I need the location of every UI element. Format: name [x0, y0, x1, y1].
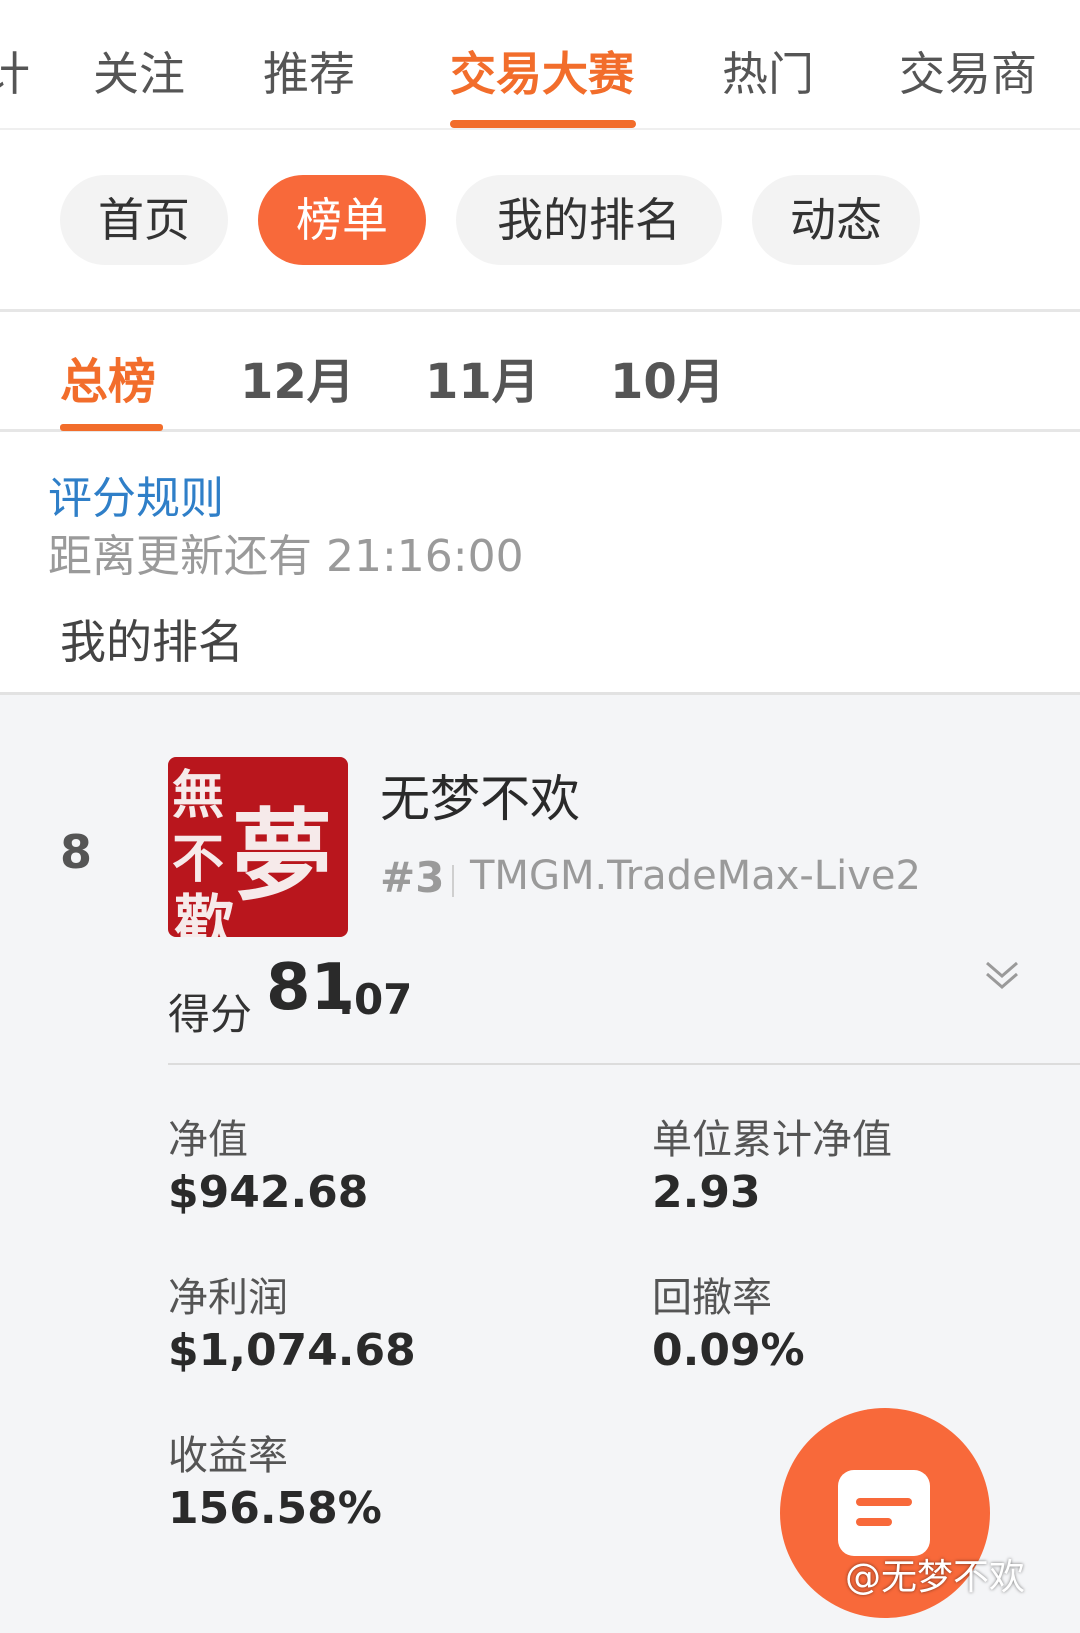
equity-label: 净值: [168, 1117, 248, 1163]
pill-activity[interactable]: 动态: [752, 175, 920, 265]
account-server: TMGM.TradeMax-Live2: [470, 853, 921, 899]
drawdown-value: 0.09%: [652, 1325, 805, 1376]
active-tab-indicator: [450, 120, 636, 128]
return-rate-label: 收益率: [168, 1433, 288, 1479]
tab-november[interactable]: 11月: [425, 342, 540, 412]
pill-my-rank[interactable]: 我的排名: [456, 175, 722, 265]
tab-december[interactable]: 12月: [240, 342, 355, 412]
net-profit-value: $1,074.68: [168, 1325, 416, 1376]
pill-leaderboard[interactable]: 榜单: [258, 175, 426, 265]
scoring-rules-link[interactable]: 评分规则: [48, 462, 224, 526]
score-label: 得分: [168, 990, 253, 1039]
separator: [452, 865, 454, 897]
equity-value: $942.68: [168, 1167, 369, 1218]
double-chevron-down-icon[interactable]: [984, 957, 1020, 993]
avatar-char: 夢: [232, 797, 332, 915]
return-rate-value: 156.58%: [168, 1483, 382, 1534]
fab-line: [856, 1518, 892, 1526]
net-profit-label: 净利润: [168, 1275, 288, 1321]
fab-document-shape: [838, 1470, 930, 1556]
active-period-indicator: [60, 424, 163, 431]
tab-october[interactable]: 10月: [610, 342, 725, 412]
pill-home[interactable]: 首页: [60, 175, 228, 265]
drawdown-label: 回撤率: [652, 1275, 772, 1321]
tab-trading-contest[interactable]: 交易大赛: [450, 38, 634, 104]
tab-recommend[interactable]: 推荐: [263, 38, 355, 104]
avatar[interactable]: 無 夢 不 歡: [168, 757, 348, 937]
update-countdown: 距离更新还有 21:16:00: [48, 531, 524, 582]
tab-partial[interactable]: 计: [0, 38, 30, 104]
watermark: @无梦不欢: [845, 1557, 1026, 1598]
rank-number: 8: [60, 825, 93, 879]
score-decimal: .07: [338, 975, 413, 1024]
unit-nav-value: 2.93: [652, 1167, 761, 1218]
trader-rank-tag: #3: [380, 853, 445, 902]
my-rank-heading: 我的排名: [60, 615, 244, 669]
period-tab-bar: 总榜 12月 11月 10月: [0, 312, 1080, 432]
top-tab-bar: 计 关注 推荐 交易大赛 热门 交易商: [0, 0, 1080, 130]
tab-follow[interactable]: 关注: [93, 38, 185, 104]
divider: [168, 1063, 1080, 1065]
tab-brokers[interactable]: 交易商: [899, 38, 1037, 104]
fab-line: [856, 1498, 912, 1506]
tab-hot[interactable]: 热门: [722, 38, 814, 104]
tab-overall[interactable]: 总榜: [60, 342, 156, 412]
pill-tab-bar: 首页 榜单 我的排名 动态: [0, 130, 1080, 312]
unit-nav-label: 单位累计净值: [652, 1117, 892, 1163]
avatar-char: 歡: [174, 889, 234, 937]
username[interactable]: 无梦不欢: [380, 759, 580, 831]
